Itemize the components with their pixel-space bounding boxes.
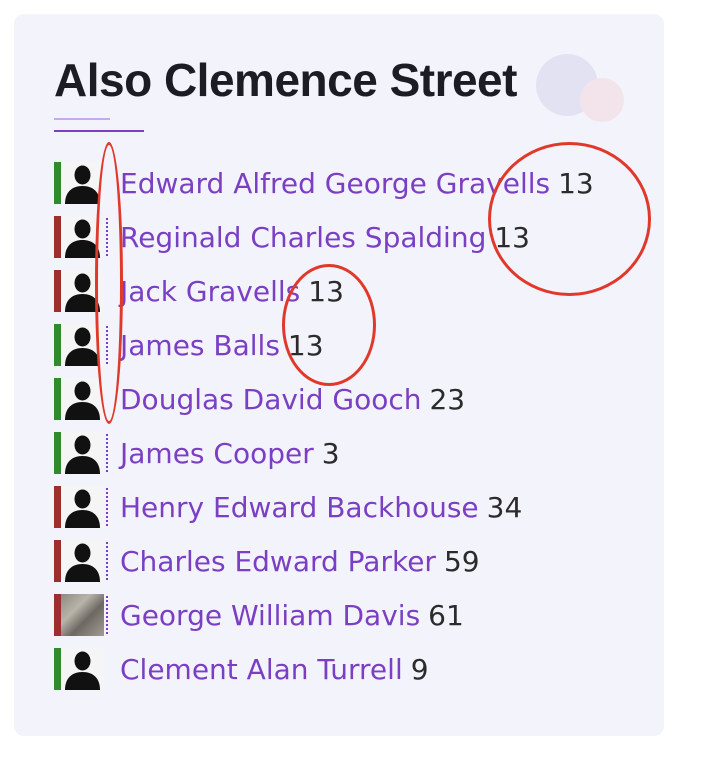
avatar-photo (61, 594, 104, 636)
person-silhouette-icon (65, 219, 100, 258)
list-item: Charles Edward Parker 59 (54, 534, 594, 588)
person-count: 3 (321, 436, 340, 470)
person-silhouette-icon (65, 543, 100, 582)
status-bar (54, 432, 61, 474)
person-count: 13 (308, 274, 344, 308)
avatar-thumbnail (61, 378, 104, 420)
person-link[interactable]: Jack Gravells (120, 275, 300, 308)
section-title: Also Clemence Street (54, 54, 517, 106)
avatar[interactable] (54, 594, 108, 636)
dotted-link-marker (106, 488, 108, 526)
list-item: James Cooper 3 (54, 426, 594, 480)
status-bar (54, 486, 61, 528)
person-silhouette-icon (65, 165, 100, 204)
avatar-thumbnail (61, 648, 104, 690)
person-link[interactable]: Douglas David Gooch (120, 383, 421, 416)
avatar-thumbnail (61, 486, 104, 528)
list-item: Henry Edward Backhouse 34 (54, 480, 594, 534)
list-item: Edward Alfred George Gravells 13 (54, 156, 594, 210)
status-bar (54, 216, 61, 258)
list-item: Reginald Charles Spalding 13 (54, 210, 594, 264)
title-underline (54, 130, 144, 132)
status-bar (54, 162, 61, 204)
list-item: Jack Gravells 13 (54, 264, 594, 318)
person-link[interactable]: Clement Alan Turrell (120, 653, 403, 686)
person-count: 61 (428, 598, 464, 632)
status-bar (54, 594, 61, 636)
avatar[interactable] (54, 378, 104, 420)
avatar[interactable] (54, 648, 104, 690)
person-count: 13 (494, 220, 530, 254)
person-silhouette-icon (65, 489, 100, 528)
person-silhouette-icon (65, 273, 100, 312)
dotted-link-marker (106, 596, 108, 634)
avatar-thumbnail (61, 432, 104, 474)
also-street-panel: Also Clemence Street Edward Alfred Georg… (14, 14, 664, 736)
dotted-link-marker (106, 434, 108, 472)
people-list: Edward Alfred George Gravells 13 Reginal… (54, 156, 594, 696)
avatar[interactable] (54, 432, 108, 474)
list-item: James Balls 13 (54, 318, 594, 372)
status-bar (54, 270, 61, 312)
avatar[interactable] (54, 540, 108, 582)
title-underline-accent (54, 118, 110, 120)
status-bar (54, 540, 61, 582)
avatar-thumbnail (61, 216, 104, 258)
avatar-thumbnail (61, 324, 104, 366)
avatar[interactable] (54, 270, 104, 312)
person-count: 9 (410, 652, 429, 686)
person-link[interactable]: Edward Alfred George Gravells (120, 167, 550, 200)
person-silhouette-icon (65, 435, 100, 474)
dotted-link-marker (106, 542, 108, 580)
person-silhouette-icon (65, 651, 100, 690)
person-link[interactable]: Charles Edward Parker (120, 545, 436, 578)
status-bar (54, 378, 61, 420)
avatar[interactable] (54, 324, 108, 366)
avatar[interactable] (54, 486, 108, 528)
list-item: George William Davis 61 (54, 588, 594, 642)
person-silhouette-icon (65, 327, 100, 366)
status-bar (54, 324, 61, 366)
avatar[interactable] (54, 162, 104, 204)
dotted-link-marker (106, 218, 108, 256)
person-link[interactable]: James Cooper (120, 437, 314, 470)
avatar[interactable] (54, 216, 108, 258)
avatar-thumbnail (61, 270, 104, 312)
person-count: 13 (558, 166, 594, 200)
person-count: 13 (287, 328, 324, 362)
avatar-thumbnail (61, 162, 104, 204)
dotted-link-marker (106, 326, 108, 364)
avatar-thumbnail (61, 540, 104, 582)
person-count: 34 (486, 490, 523, 524)
list-item: Douglas David Gooch 23 (54, 372, 594, 426)
person-link[interactable]: George William Davis (120, 599, 420, 632)
decorative-circle (580, 78, 624, 122)
person-count: 23 (429, 382, 466, 416)
person-link[interactable]: Henry Edward Backhouse (120, 491, 479, 524)
list-item: Clement Alan Turrell 9 (54, 642, 594, 696)
person-link[interactable]: James Balls (120, 329, 280, 362)
person-link[interactable]: Reginald Charles Spalding (120, 221, 486, 254)
status-bar (54, 648, 61, 690)
person-silhouette-icon (65, 381, 100, 420)
person-count: 59 (443, 544, 480, 578)
